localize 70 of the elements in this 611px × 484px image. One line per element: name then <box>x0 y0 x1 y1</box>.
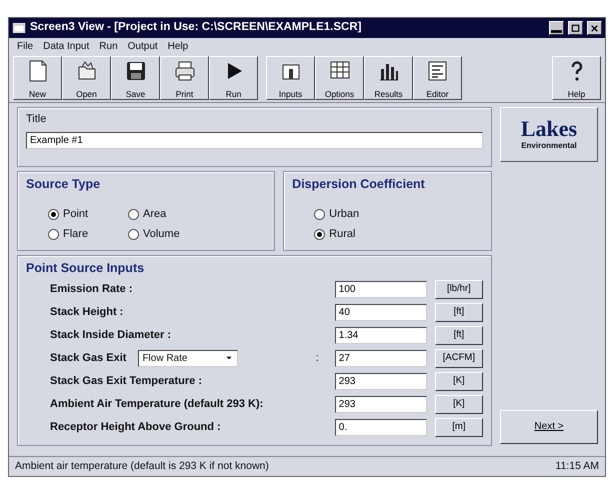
toolbar-button[interactable]: Editor <box>413 56 462 100</box>
input-field[interactable]: 293 <box>334 372 427 390</box>
toolbar-button[interactable]: Print <box>160 56 209 100</box>
input-field[interactable]: 40 <box>334 304 427 321</box>
close-button[interactable] <box>587 21 602 35</box>
unit-button[interactable]: [ACFM] <box>434 348 483 368</box>
unit-button[interactable]: [K] <box>434 372 483 391</box>
maximize-icon <box>570 22 581 34</box>
input-field[interactable]: 100 <box>334 280 427 298</box>
status-time: 11:15 AM <box>555 458 599 474</box>
input-field[interactable]: 0. <box>334 418 427 436</box>
field-label: Stack Height : <box>50 305 124 320</box>
menu-item[interactable]: Run <box>99 38 118 54</box>
window-title: Screen3 View - [Project in Use: C:\SCREEN\EXAMPLE1.SCR] <box>30 20 362 36</box>
toolbar-button[interactable]: Options <box>315 56 364 100</box>
radio-label[interactable]: Rural <box>329 226 356 243</box>
toolbar-button[interactable]: Run <box>209 56 258 100</box>
toolbar-button[interactable]: Save <box>111 56 160 100</box>
unit-button[interactable]: [K] <box>434 394 483 414</box>
toolbar-button[interactable]: Help <box>552 56 601 100</box>
toolbar-button[interactable]: Inputs <box>266 56 315 100</box>
group-label: Title <box>26 112 48 127</box>
radio-label[interactable]: Flare <box>63 226 88 243</box>
field-label: Receptor Height Above Ground : <box>50 420 221 435</box>
group-heading: Source Type <box>26 176 102 193</box>
menu-item[interactable]: Help <box>168 38 188 54</box>
radio-label[interactable]: Point <box>63 206 88 222</box>
input-field[interactable]: 1.34 <box>334 326 427 344</box>
toolbar-button[interactable]: Open <box>62 56 111 100</box>
input-field[interactable]: 27 <box>334 350 427 367</box>
field-label: Stack Inside Diameter : <box>50 328 172 343</box>
close-icon <box>589 22 600 34</box>
toolbar-button[interactable]: Results <box>364 56 413 100</box>
logo-wordmark: Lakes <box>520 118 578 140</box>
minimize-icon <box>551 30 562 32</box>
radio-label[interactable]: Volume <box>143 226 180 243</box>
menu-item[interactable]: Output <box>128 38 158 54</box>
radio-button[interactable] <box>48 208 59 220</box>
dropdown[interactable]: Flow Rate <box>138 350 238 367</box>
field-label: Stack Gas Exit Temperature : <box>50 374 202 389</box>
radio-button[interactable] <box>128 208 139 220</box>
radio-label[interactable]: Area <box>143 206 166 222</box>
app-icon <box>12 21 26 35</box>
input-field[interactable]: 293 <box>334 396 427 413</box>
maximize-button[interactable] <box>568 21 583 35</box>
unit-button[interactable]: [ft] <box>434 326 483 345</box>
printer-icon <box>172 59 196 83</box>
logo-subtitle: Environmental <box>521 140 577 152</box>
radio-button[interactable] <box>314 229 326 240</box>
radio-button[interactable] <box>48 229 59 240</box>
radio-button[interactable] <box>128 229 139 240</box>
status-message: Ambient air temperature (default is 293 K if not known) <box>15 458 269 474</box>
unit-button[interactable]: [lb/hr] <box>434 280 483 299</box>
field-label: Ambient Air Temperature (default 293 K): <box>50 397 264 412</box>
menu-item[interactable]: Data Input <box>43 38 90 54</box>
menu-item[interactable]: File <box>17 38 34 54</box>
unit-button[interactable]: [m] <box>434 418 483 437</box>
separator: : <box>316 351 319 366</box>
group-heading: Dispersion Coefficient <box>292 176 426 193</box>
document-icon <box>426 59 450 83</box>
next-button[interactable]: Next > <box>500 410 598 444</box>
unit-button[interactable]: [ft] <box>434 302 483 322</box>
title-field[interactable]: Example #1 <box>26 132 483 148</box>
radio-button[interactable] <box>314 208 326 220</box>
field-label: Stack Gas Exit <box>50 351 126 366</box>
field-label: Emission Rate : <box>50 282 133 297</box>
toolbar-button[interactable]: New <box>13 56 62 100</box>
radio-label[interactable]: Urban <box>329 206 360 222</box>
group-heading: Point Source Inputs <box>26 260 146 277</box>
minimize-button[interactable] <box>549 21 564 35</box>
